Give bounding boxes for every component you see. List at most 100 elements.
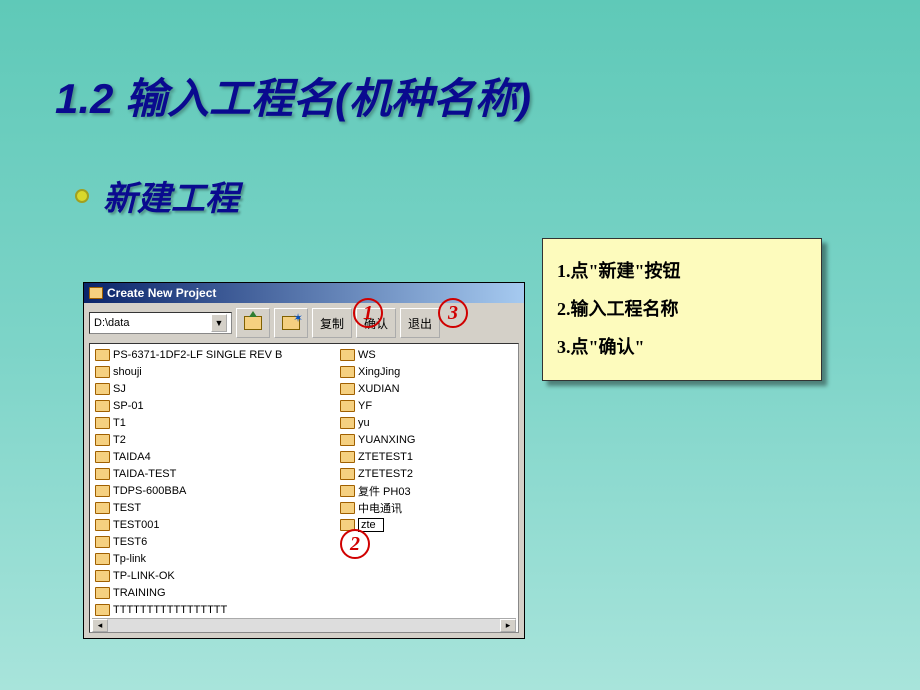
folder-icon (95, 519, 110, 531)
list-item[interactable]: ZTETEST2 (337, 465, 509, 482)
list-item-label: shouji (113, 366, 142, 378)
list-item-label: WS (358, 349, 376, 361)
list-item[interactable]: TTTTTTTTTTTTTTTTT (92, 601, 337, 618)
list-item-label: TDPS-600BBA (113, 485, 186, 497)
list-item-label: TTTTTTTTTTTTTTTTT (113, 604, 227, 616)
list-item-label: TEST6 (113, 536, 147, 548)
folder-icon (95, 366, 110, 378)
list-item[interactable]: YUANXING (337, 431, 509, 448)
folder-name-input[interactable]: zte (358, 518, 384, 532)
folder-icon (95, 434, 110, 446)
list-item-label: PS-6371-1DF2-LF SINGLE REV B (113, 349, 282, 361)
list-item[interactable]: ZTETEST1 (337, 448, 509, 465)
list-item-label: 中电通讯 (358, 500, 402, 516)
copy-button[interactable]: 复制 (312, 308, 352, 338)
list-item[interactable]: T2 (92, 431, 337, 448)
file-list-area: PS-6371-1DF2-LF SINGLE REV B shouji SJ SP-0… (89, 343, 519, 633)
dialog-titlebar[interactable]: Create New Project (84, 283, 524, 303)
scroll-right-icon[interactable]: ▸ (500, 619, 516, 632)
up-folder-icon (244, 316, 262, 330)
list-item-label: XUDIAN (358, 383, 400, 395)
list-item-label: TAIDA-TEST (113, 468, 176, 480)
list-item[interactable]: TEST6 (92, 533, 337, 550)
list-item-label: ZTETEST1 (358, 451, 413, 463)
folder-icon (95, 468, 110, 480)
folder-icon (340, 468, 355, 480)
list-item-editing[interactable]: zte (337, 516, 509, 533)
folder-icon (89, 287, 103, 299)
bullet-icon (75, 189, 89, 203)
list-item[interactable]: yu (337, 414, 509, 431)
list-item[interactable]: TEST (92, 499, 337, 516)
new-folder-icon (282, 316, 300, 330)
folder-icon (340, 366, 355, 378)
folder-icon (340, 451, 355, 463)
list-item[interactable]: SJ (92, 380, 337, 397)
file-column-1: PS-6371-1DF2-LF SINGLE REV B shouji SJ SP-0… (92, 346, 337, 618)
folder-icon (340, 383, 355, 395)
list-item-label: 复件 PH03 (358, 483, 411, 499)
list-item[interactable]: WS (337, 346, 509, 363)
path-dropdown[interactable]: D:\data ▼ (89, 312, 232, 334)
folder-icon (95, 604, 110, 616)
folder-icon (340, 434, 355, 446)
folder-icon (95, 417, 110, 429)
list-item-label: TEST001 (113, 519, 159, 531)
callout-line-2: 2.输入工程名称 (557, 291, 807, 329)
list-item-label: Tp-link (113, 553, 146, 565)
folder-icon (340, 400, 355, 412)
create-project-dialog: Create New Project D:\data ▼ 复制 确认 退出 PS… (83, 282, 525, 639)
list-item[interactable]: SP-01 (92, 397, 337, 414)
slide-title: 1.2 输入工程名(机种名称) (0, 0, 920, 126)
list-item-label: TAIDA4 (113, 451, 151, 463)
dialog-title: Create New Project (107, 286, 216, 300)
up-folder-button[interactable] (236, 308, 270, 338)
callout-line-3: 3.点"确认" (557, 329, 807, 367)
folder-icon (95, 553, 110, 565)
list-item-label: SJ (113, 383, 126, 395)
scroll-left-icon[interactable]: ◂ (92, 619, 108, 632)
folder-icon (95, 587, 110, 599)
folder-icon (340, 417, 355, 429)
exit-button[interactable]: 退出 (400, 308, 440, 338)
list-item[interactable]: PS-6371-1DF2-LF SINGLE REV B (92, 346, 337, 363)
new-folder-button[interactable] (274, 308, 308, 338)
list-item-label: XingJing (358, 366, 400, 378)
folder-icon (95, 570, 110, 582)
list-item-label: YUANXING (358, 434, 415, 446)
list-item[interactable]: TEST001 (92, 516, 337, 533)
callout-line-1: 1.点"新建"按钮 (557, 253, 807, 291)
folder-icon (95, 536, 110, 548)
subtitle: 新建工程 (103, 171, 239, 220)
list-item[interactable]: TAIDA-TEST (92, 465, 337, 482)
list-item-label: TRAINING (113, 587, 166, 599)
list-item[interactable]: TRAINING (92, 584, 337, 601)
list-item[interactable]: 复件 PH03 (337, 482, 509, 499)
confirm-button[interactable]: 确认 (356, 308, 396, 338)
folder-icon (95, 383, 110, 395)
list-item[interactable]: Tp-link (92, 550, 337, 567)
dialog-toolbar: D:\data ▼ 复制 确认 退出 (84, 303, 524, 343)
list-item[interactable]: TDPS-600BBA (92, 482, 337, 499)
list-item[interactable]: TP-LINK-OK (92, 567, 337, 584)
list-item[interactable]: shouji (92, 363, 337, 380)
list-item-label: TEST (113, 502, 141, 514)
list-item[interactable]: T1 (92, 414, 337, 431)
folder-icon (95, 349, 110, 361)
list-item-label: T2 (113, 434, 126, 446)
file-column-2: WS XingJing XUDIAN YF yu YUANXING ZTETEST1 ZTET… (337, 346, 509, 618)
horizontal-scrollbar[interactable]: ◂ ▸ (92, 618, 516, 632)
subtitle-row: 新建工程 (0, 126, 920, 220)
list-item-label: SP-01 (113, 400, 144, 412)
list-item[interactable]: 中电通讯 (337, 499, 509, 516)
path-value: D:\data (94, 317, 129, 329)
folder-icon (340, 519, 355, 531)
folder-icon (340, 349, 355, 361)
chevron-down-icon[interactable]: ▼ (211, 314, 227, 332)
list-item[interactable]: XingJing (337, 363, 509, 380)
list-item[interactable]: TAIDA4 (92, 448, 337, 465)
list-item[interactable]: XUDIAN (337, 380, 509, 397)
list-item-label: YF (358, 400, 372, 412)
list-item[interactable]: YF (337, 397, 509, 414)
folder-icon (340, 502, 355, 514)
